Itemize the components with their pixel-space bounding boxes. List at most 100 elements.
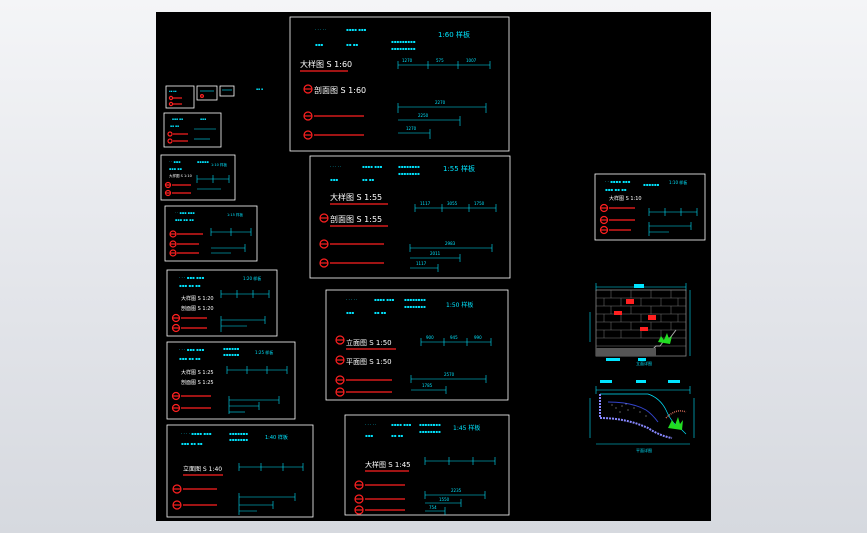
svg-text:▪▪▪▪▪▪: ▪▪▪▪▪▪ [223, 346, 240, 351]
sheet-title: 1:60 样板 [438, 30, 470, 39]
svg-text:剖面图 S 1:25: 剖面图 S 1:25 [181, 379, 214, 386]
svg-text:1007: 1007 [466, 58, 477, 63]
sheet-1-10[interactable]: · · ▪▪▪ ▪▪▪▪▪ ▪▪▪ ▪▪ 1:10 样板 大样图 S 1:10 [160, 154, 236, 201]
sheet-small-c[interactable] [196, 85, 218, 101]
svg-text:2570: 2570 [444, 372, 455, 377]
sheet-title: 1:10 样板 [211, 162, 227, 167]
svg-text:▪▪▪▪▪▪▪▪▪: ▪▪▪▪▪▪▪▪▪ [391, 46, 416, 51]
sheet-1-45[interactable]: · · · · · ▪▪▪▪ ▪▪▪ ▪▪▪▪▪▪▪▪ ▪▪▪▪▪▪▪▪ ▪▪▪… [344, 414, 510, 516]
svg-text:▪▪▪▪ ▪▪▪: ▪▪▪▪ ▪▪▪ [391, 422, 412, 427]
svg-text:· · · · ▪▪▪▪ ▪▪▪: · · · · ▪▪▪▪ ▪▪▪ [181, 431, 212, 436]
svg-text:▪▪ ▪▪: ▪▪ ▪▪ [362, 177, 374, 182]
sheet-title: 1:25 样板 [255, 349, 273, 355]
svg-text:▪▪▪ ▪▪ ▪▪: ▪▪▪ ▪▪ ▪▪ [175, 218, 194, 222]
svg-text:大样图 S 1:10: 大样图 S 1:10 [609, 195, 642, 202]
svg-text:3055: 3055 [447, 201, 458, 206]
sheet-1-55[interactable]: · · · · · ▪▪▪▪ ▪▪▪ ▪▪▪▪▪▪▪▪ ▪▪▪▪▪▪▪▪ ▪▪▪… [309, 155, 511, 279]
svg-text:▪▪▪: ▪▪▪ [330, 177, 338, 182]
svg-text:· · · · ·: · · · · · [365, 422, 376, 427]
sheet-1-15[interactable]: · · ▪▪▪ ▪▪▪ ▪▪▪ ▪▪ ▪▪ 1:15 样板 [164, 205, 258, 262]
svg-text:大样图 S 1:55: 大样图 S 1:55 [330, 192, 382, 202]
svg-text:▪▪▪▪▪▪▪▪: ▪▪▪▪▪▪▪▪ [419, 422, 441, 427]
svg-text:2235: 2235 [451, 488, 462, 493]
svg-text:1270: 1270 [402, 58, 413, 63]
svg-text:· · · · ·: · · · · · [315, 27, 326, 32]
svg-text:754: 754 [429, 505, 437, 510]
svg-text:大样图 S 1:25: 大样图 S 1:25 [181, 369, 214, 376]
svg-text:立面图 S 1:40: 立面图 S 1:40 [183, 465, 222, 473]
svg-text:2270: 2270 [435, 100, 446, 105]
svg-text:900: 900 [426, 335, 434, 340]
svg-text:▪▪▪: ▪▪▪ [346, 310, 354, 315]
svg-text:1750: 1750 [474, 201, 485, 206]
svg-text:▪▪ ▪▪: ▪▪ ▪▪ [346, 42, 358, 47]
sheet-title: 1:50 样板 [446, 301, 473, 309]
svg-text:▪▪▪ ▪▪ ▪▪: ▪▪▪ ▪▪ ▪▪ [181, 441, 203, 446]
svg-text:· · ▪▪▪ ▪▪▪: · · ▪▪▪ ▪▪▪ [175, 211, 195, 215]
svg-text:▪▪▪▪▪▪▪▪: ▪▪▪▪▪▪▪▪ [398, 171, 420, 176]
svg-text:1270: 1270 [406, 126, 417, 131]
svg-text:立面图 S 1:50: 立面图 S 1:50 [346, 338, 392, 347]
svg-text:▪▪▪▪▪▪▪▪: ▪▪▪▪▪▪▪▪ [404, 297, 426, 302]
svg-text:▪▪▪▪ ▪▪▪: ▪▪▪▪ ▪▪▪ [374, 297, 395, 302]
sheet-title: 1:45 样板 [453, 424, 480, 432]
elevation-label: 立面详图 [636, 360, 652, 366]
svg-text:▪▪▪: ▪▪▪ [315, 42, 323, 47]
elevation-detail[interactable] [589, 283, 691, 361]
sheet-1-60[interactable]: · · · · · ▪▪▪▪ ▪▪▪ ▪▪▪ ▪▪ ▪▪ ▪▪▪▪▪▪▪▪▪ ▪… [289, 16, 510, 152]
sheet-small-b[interactable]: ▪▪ ▪▪ [165, 85, 195, 109]
sheet-1-20[interactable]: · · · ▪▪▪ ▪▪▪ ▪▪▪ ▪▪ ▪▪ 1:20 样板 大样图 S 1:… [166, 269, 278, 337]
svg-text:▪▪ ▪▪: ▪▪ ▪▪ [374, 310, 386, 315]
svg-text:大样图 S 1:10: 大样图 S 1:10 [169, 173, 192, 178]
svg-text:大样图 S 1:45: 大样图 S 1:45 [365, 460, 411, 469]
svg-text:大样图 S 1:20: 大样图 S 1:20 [181, 295, 214, 302]
svg-text:▪▪▪ ▪▪ ▪▪: ▪▪▪ ▪▪ ▪▪ [179, 283, 201, 288]
svg-text:575: 575 [436, 58, 444, 63]
svg-text:▪▪▪ ▪▪: ▪▪▪ ▪▪ [169, 167, 183, 171]
svg-text:▪▪▪▪▪▪: ▪▪▪▪▪▪ [223, 352, 240, 357]
plan-detail[interactable] [589, 380, 695, 445]
svg-text:1117: 1117 [416, 261, 427, 266]
sheet-1-50[interactable]: · · · · · ▪▪▪▪ ▪▪▪ ▪▪▪▪▪▪▪▪ ▪▪▪▪▪▪▪▪ ▪▪▪… [325, 289, 509, 401]
sheet-right[interactable]: · · ▪▪▪▪ ▪▪▪ ▪▪▪ ▪▪ ▪▪ ▪▪▪▪▪▪ 1:10 样板 大样… [594, 173, 706, 241]
sheet-small-a[interactable]: · ▪▪▪ ▪▪ ▪▪▪ ▪▪ ▪▪ [163, 112, 222, 148]
svg-text:▪▪▪ ▪▪ ▪▪: ▪▪▪ ▪▪ ▪▪ [179, 356, 201, 361]
svg-text:· · · · ·: · · · · · [346, 297, 357, 302]
sheet-title: 1:55 样板 [443, 164, 475, 173]
sheet-small-d[interactable] [219, 85, 235, 97]
svg-text:▪▪▪▪▪▪▪▪: ▪▪▪▪▪▪▪▪ [404, 304, 426, 309]
svg-text:2250: 2250 [418, 113, 429, 118]
svg-text:1117: 1117 [420, 201, 431, 206]
svg-text:1550: 1550 [439, 497, 450, 502]
svg-text:▪▪▪▪▪▪: ▪▪▪▪▪▪ [643, 182, 660, 187]
sheet-title: 1:20 样板 [243, 275, 261, 281]
svg-text:剖面图 S 1:20: 剖面图 S 1:20 [181, 305, 214, 312]
cad-drawing-canvas[interactable]: · · · · · ▪▪▪▪ ▪▪▪ ▪▪▪ ▪▪ ▪▪ ▪▪▪▪▪▪▪▪▪ ▪… [156, 12, 711, 521]
sheet-title: 1:10 样板 [669, 179, 687, 185]
svg-text:剖面图 S 1:55: 剖面图 S 1:55 [330, 214, 382, 224]
svg-text:▪▪▪▪▪▪▪▪: ▪▪▪▪▪▪▪▪ [398, 164, 420, 169]
svg-text:▪▪▪▪▪▪▪: ▪▪▪▪▪▪▪ [229, 431, 248, 436]
svg-text:· · ▪▪▪: · · ▪▪▪ [169, 160, 181, 164]
svg-text:990: 990 [474, 335, 482, 340]
svg-text:▪▪▪▪▪▪▪▪: ▪▪▪▪▪▪▪▪ [419, 429, 441, 434]
plan-label: 平面详图 [636, 447, 652, 453]
svg-text:▪▪▪▪▪▪▪▪▪: ▪▪▪▪▪▪▪▪▪ [391, 39, 416, 44]
svg-text:▪▪▪▪▪: ▪▪▪▪▪ [197, 160, 209, 164]
svg-text:▪▪▪: ▪▪▪ [200, 117, 206, 121]
svg-text:· · · · ·: · · · · · [330, 164, 341, 169]
sheet-title: 1:15 样板 [227, 212, 243, 217]
svg-text:· ▪▪▪ ▪▪: · ▪▪▪ ▪▪ [170, 117, 183, 121]
sheet-1-40[interactable]: · · · · ▪▪▪▪ ▪▪▪ ▪▪▪ ▪▪ ▪▪ ▪▪▪▪▪▪▪ ▪▪▪▪▪… [166, 424, 314, 518]
svg-text:2983: 2983 [445, 241, 456, 246]
svg-text:· · · ▪▪▪ ▪▪▪: · · · ▪▪▪ ▪▪▪ [179, 347, 204, 352]
svg-text:▪▪▪▪▪▪▪: ▪▪▪▪▪▪▪ [229, 437, 248, 442]
svg-text:2011: 2011 [430, 251, 441, 256]
drawing-svg: · · · · · ▪▪▪▪ ▪▪▪ ▪▪▪ ▪▪ ▪▪ ▪▪▪▪▪▪▪▪▪ ▪… [160, 16, 706, 518]
sheet-1-25[interactable]: · · · ▪▪▪ ▪▪▪ ▪▪▪ ▪▪ ▪▪ ▪▪▪▪▪▪ ▪▪▪▪▪▪ 1:… [166, 341, 296, 420]
svg-text:▪▪ ▪▪: ▪▪ ▪▪ [170, 124, 179, 128]
scale-label: 大样图 S 1:60 [300, 59, 352, 69]
svg-text:· · · ▪▪▪ ▪▪▪: · · · ▪▪▪ ▪▪▪ [179, 275, 204, 280]
svg-text:平面图 S 1:50: 平面图 S 1:50 [346, 358, 392, 366]
sheet-title: 1:40 样板 [265, 434, 288, 441]
